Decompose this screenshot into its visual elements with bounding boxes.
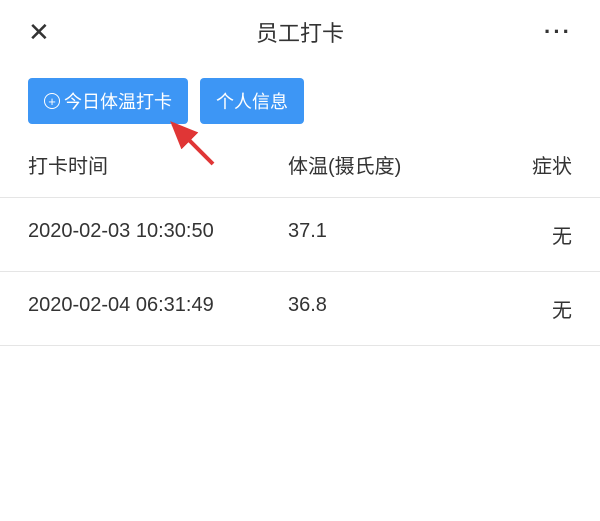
profile-button[interactable]: 个人信息 bbox=[200, 78, 304, 124]
more-icon[interactable]: ··· bbox=[544, 19, 572, 45]
cell-symptom: 无 bbox=[492, 220, 572, 249]
checkin-today-button[interactable]: + 今日体温打卡 bbox=[28, 78, 188, 124]
column-header-symptom: 症状 bbox=[492, 150, 572, 179]
cell-temperature: 36.8 bbox=[288, 294, 492, 323]
column-header-time: 打卡时间 bbox=[28, 150, 288, 179]
action-button-row: + 今日体温打卡 个人信息 bbox=[0, 64, 600, 132]
cell-time: 2020-02-03 10:30:50 bbox=[28, 220, 288, 249]
close-icon[interactable]: ✕ bbox=[28, 19, 50, 45]
table-row: 2020-02-04 06:31:49 36.8 无 bbox=[0, 272, 600, 346]
app-container: ✕ 员工打卡 ··· + 今日体温打卡 个人信息 打卡时间 体温(摄氏度) 症状… bbox=[0, 0, 600, 521]
page-title: 员工打卡 bbox=[256, 16, 344, 48]
profile-button-label: 个人信息 bbox=[216, 88, 288, 114]
table-header: 打卡时间 体温(摄氏度) 症状 bbox=[0, 132, 600, 198]
checkin-button-label: 今日体温打卡 bbox=[64, 88, 172, 114]
plus-circle-icon: + bbox=[44, 93, 60, 109]
cell-time: 2020-02-04 06:31:49 bbox=[28, 294, 288, 323]
table-row: 2020-02-03 10:30:50 37.1 无 bbox=[0, 198, 600, 272]
cell-temperature: 37.1 bbox=[288, 220, 492, 249]
cell-symptom: 无 bbox=[492, 294, 572, 323]
header-bar: ✕ 员工打卡 ··· bbox=[0, 0, 600, 64]
column-header-temperature: 体温(摄氏度) bbox=[288, 150, 492, 179]
